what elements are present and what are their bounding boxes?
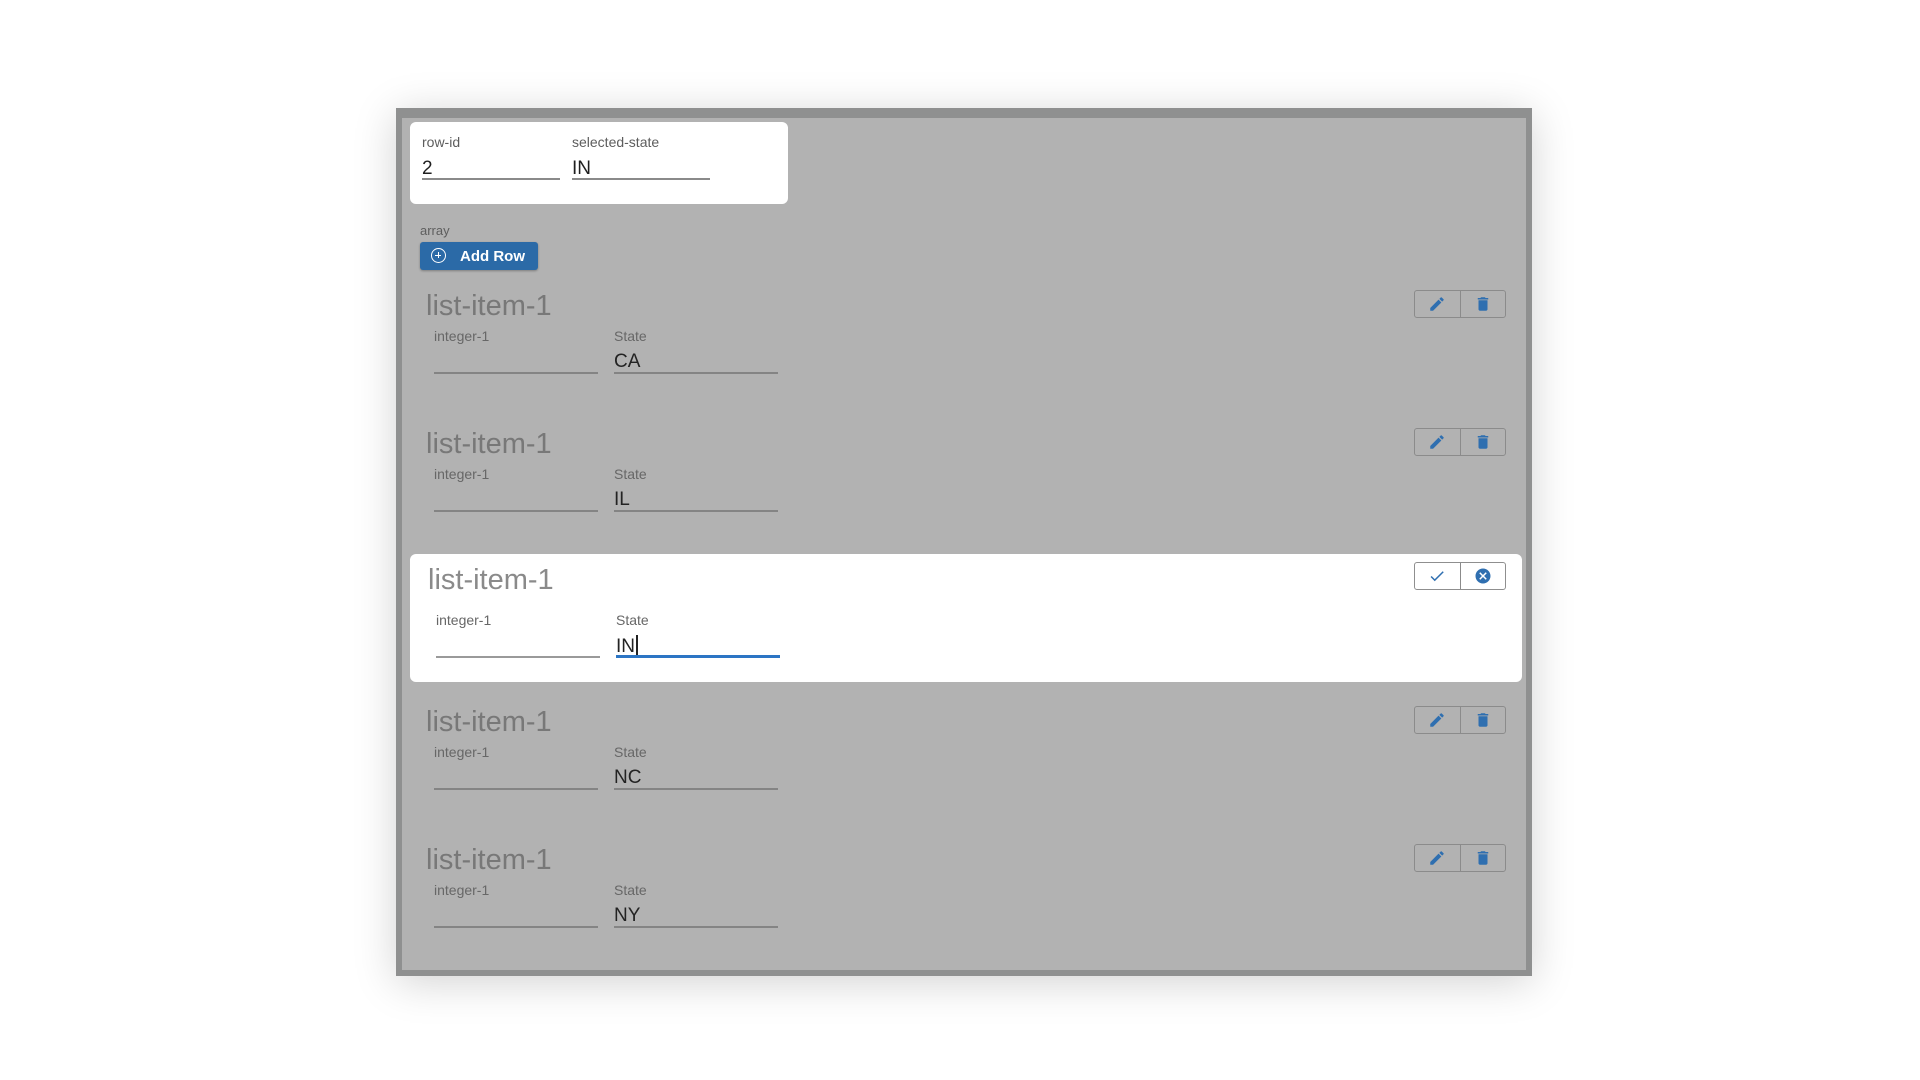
- selected-state-underline: [572, 178, 710, 180]
- state-field[interactable]: State CA: [614, 328, 778, 374]
- add-row-button[interactable]: Add Row: [420, 242, 538, 270]
- item-actions: [1414, 844, 1506, 872]
- state-underline: [614, 372, 778, 374]
- edit-button[interactable]: [1415, 845, 1460, 871]
- list-item-title: list-item-1: [426, 428, 552, 460]
- delete-button[interactable]: [1459, 845, 1506, 871]
- state-label: State: [614, 882, 647, 898]
- row-id-label: row-id: [422, 134, 461, 150]
- list-item: list-item-1 integer-1 State NY: [410, 832, 1522, 960]
- trash-icon: [1477, 297, 1488, 311]
- list-item: list-item-1 integer-1 State IL: [410, 416, 1522, 544]
- list-item-title: list-item-1: [428, 564, 554, 596]
- selection-panel: row-id 2 selected-state IN: [410, 122, 788, 204]
- integer-field[interactable]: integer-1: [436, 612, 600, 658]
- item-edit-actions: [1414, 562, 1506, 590]
- selected-state-label: selected-state: [572, 134, 660, 150]
- text-caret: [636, 635, 638, 655]
- cancel-circle-icon: [1475, 568, 1491, 584]
- state-value[interactable]: NY: [614, 905, 640, 927]
- row-id-value[interactable]: 2: [422, 158, 433, 180]
- selected-state-value[interactable]: IN: [572, 158, 591, 180]
- edit-button[interactable]: [1415, 429, 1460, 455]
- edit-button[interactable]: [1415, 291, 1460, 317]
- integer-underline: [434, 926, 598, 928]
- state-value[interactable]: IN: [616, 636, 635, 657]
- integer-label: integer-1: [436, 612, 492, 628]
- add-circle-icon: [431, 248, 446, 263]
- delete-button[interactable]: [1459, 429, 1506, 455]
- trash-icon: [1477, 435, 1488, 449]
- list-item-title: list-item-1: [426, 706, 552, 738]
- list-item: list-item-1 integer-1 State CA: [410, 278, 1522, 406]
- save-button[interactable]: [1415, 563, 1460, 589]
- state-value[interactable]: IL: [614, 489, 630, 511]
- integer-label: integer-1: [434, 466, 490, 482]
- integer-field[interactable]: integer-1: [434, 882, 598, 928]
- integer-label: integer-1: [434, 328, 490, 344]
- integer-label: integer-1: [434, 882, 490, 898]
- state-label: State: [614, 744, 647, 760]
- delete-button[interactable]: [1459, 707, 1506, 733]
- state-label: State: [614, 328, 647, 344]
- state-field[interactable]: State IL: [614, 466, 778, 512]
- state-input-active[interactable]: State IN: [616, 612, 780, 658]
- state-value[interactable]: CA: [614, 351, 640, 373]
- pencil-icon: [1430, 435, 1444, 449]
- array-label: array: [420, 223, 450, 238]
- state-underline: [614, 926, 778, 928]
- delete-button[interactable]: [1459, 291, 1506, 317]
- integer-underline: [434, 510, 598, 512]
- trash-icon: [1477, 851, 1488, 865]
- add-row-label: Add Row: [460, 248, 525, 265]
- item-actions: [1414, 290, 1506, 318]
- edit-button[interactable]: [1415, 707, 1460, 733]
- state-underline: [614, 510, 778, 512]
- cancel-button[interactable]: [1459, 563, 1506, 589]
- list-item-title: list-item-1: [426, 290, 552, 322]
- pencil-icon: [1430, 713, 1444, 727]
- state-label: State: [616, 612, 649, 628]
- state-value[interactable]: NC: [614, 767, 641, 789]
- pencil-icon: [1430, 851, 1444, 865]
- state-underline-focused: [616, 655, 780, 658]
- row-id-field[interactable]: row-id 2: [422, 134, 560, 180]
- integer-underline: [434, 788, 598, 790]
- check-icon: [1430, 571, 1444, 582]
- state-field[interactable]: State NC: [614, 744, 778, 790]
- trash-icon: [1477, 713, 1488, 727]
- integer-field[interactable]: integer-1: [434, 744, 598, 790]
- integer-underline: [436, 656, 600, 658]
- app-window: row-id 2 selected-state IN array Add Row…: [396, 108, 1532, 976]
- pencil-icon: [1430, 297, 1444, 311]
- state-label: State: [614, 466, 647, 482]
- item-actions: [1414, 706, 1506, 734]
- item-actions: [1414, 428, 1506, 456]
- integer-label: integer-1: [434, 744, 490, 760]
- integer-field[interactable]: integer-1: [434, 466, 598, 512]
- state-underline: [614, 788, 778, 790]
- list-item: list-item-1 integer-1 State NC: [410, 694, 1522, 822]
- list-item-title: list-item-1: [426, 844, 552, 876]
- integer-field[interactable]: integer-1: [434, 328, 598, 374]
- selected-state-field[interactable]: selected-state IN: [572, 134, 710, 180]
- integer-underline: [434, 372, 598, 374]
- row-id-underline: [422, 178, 560, 180]
- state-field[interactable]: State NY: [614, 882, 778, 928]
- list-item-editing: list-item-1 integer-1 State IN: [410, 554, 1522, 682]
